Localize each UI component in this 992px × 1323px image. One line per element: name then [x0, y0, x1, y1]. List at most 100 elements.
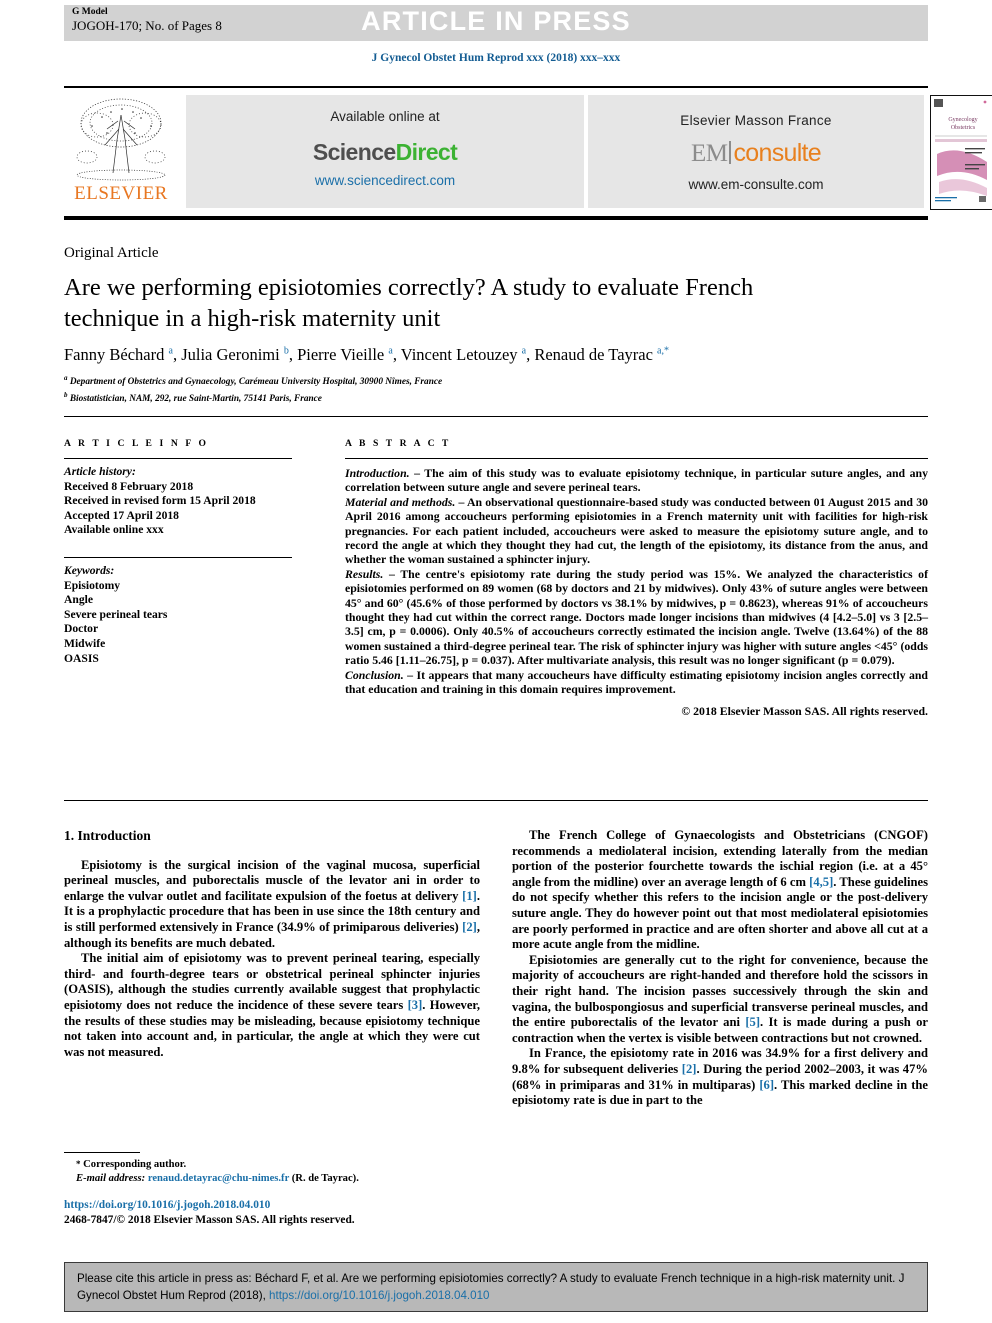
citation-ref[interactable]: [1]	[462, 889, 477, 903]
abstract-column: A B S T R A C T Introduction. – The aim …	[345, 438, 928, 719]
email-link[interactable]: renaud.detayrac@chu-nimes.fr	[148, 1173, 289, 1184]
elsevier-masson-label: Elsevier Masson France	[680, 113, 832, 128]
abstract-section-lead: Conclusion.	[345, 667, 404, 682]
abstract-bottom-divider	[64, 800, 928, 801]
body-paragraph: Episiotomy is the surgical incision of t…	[64, 857, 480, 950]
abstract-divider	[345, 458, 928, 459]
em-consulte-logo: EM consulte	[588, 139, 924, 168]
abstract-section-lead: Introduction.	[345, 466, 410, 480]
strip-rule-top	[64, 86, 928, 88]
article-type-label: Original Article	[64, 245, 159, 261]
abstract-section: Introduction. – The aim of this study wa…	[345, 466, 928, 495]
elsevier-wordmark: ELSEVIER	[74, 183, 168, 204]
strip-rule-bottom	[64, 216, 928, 220]
citation-ref[interactable]: [2]	[462, 920, 477, 934]
affiliations: a Department of Obstetrics and Gynaecolo…	[64, 372, 924, 405]
citation-doi-link[interactable]: https://doi.org/10.1016/j.jogoh.2018.04.…	[269, 1289, 489, 1302]
doi-link[interactable]: https://doi.org/10.1016/j.jogoh.2018.04.…	[64, 1198, 494, 1213]
history-item: Received 8 February 2018	[64, 479, 194, 493]
affiliation-b-text: Biostatistician, NAM, 292, rue Saint-Mar…	[69, 393, 322, 404]
article-history: Article history: Received 8 February 201…	[64, 465, 292, 538]
keywords-block: Keywords: Episiotomy Angle Severe perine…	[64, 564, 292, 666]
abstract-label: A B S T R A C T	[345, 438, 451, 449]
sciencedirect-url[interactable]: www.sciencedirect.com	[186, 173, 584, 188]
article-history-label: Article history:	[64, 465, 136, 478]
available-online-label: Available online at	[330, 109, 440, 124]
header-divider	[64, 416, 928, 417]
abstract-section: Material and methods. – An observational…	[345, 495, 928, 567]
keyword-item: Episiotomy	[64, 578, 121, 592]
affiliation-a-text: Department of Obstetrics and Gynaecology…	[69, 377, 443, 388]
body-paragraph: Episiotomies are generally cut to the ri…	[512, 952, 929, 1045]
publisher-strip: ELSEVIER Available online at ScienceDire…	[64, 86, 992, 220]
article-info-label: A R T I C L E I N F O	[64, 438, 209, 449]
abstract-section-lead: Results.	[345, 566, 384, 581]
sciencedirect-part2: Direct	[395, 139, 458, 165]
em-consulte-panel: Elsevier Masson France EM consulte www.em…	[588, 95, 924, 208]
body-column-right: The French College of Gynaecologists and…	[512, 828, 928, 1109]
corresponding-author-note: * Corresponding author.	[64, 1158, 484, 1172]
article-info-divider	[64, 458, 292, 459]
citation-ref[interactable]: [3]	[408, 998, 423, 1012]
abstract-copyright: © 2018 Elsevier Masson SAS. All rights r…	[681, 703, 928, 718]
elsevier-tree-icon	[67, 95, 175, 183]
em-divider	[729, 141, 732, 164]
citation-ref[interactable]: [6]	[759, 1078, 774, 1092]
keyword-item: OASIS	[64, 651, 99, 665]
corresponding-author-text: Corresponding author.	[83, 1159, 187, 1170]
keyword-item: Doctor	[64, 622, 99, 636]
keyword-item: Angle	[64, 593, 93, 607]
history-item: Received in revised form 15 April 2018	[64, 494, 256, 508]
abstract-section: Results. – The centre's episiotomy rate …	[345, 567, 928, 668]
doi-block: https://doi.org/10.1016/j.jogoh.2018.04.…	[64, 1198, 494, 1227]
affiliation-b: b Biostatistician, NAM, 292, rue Saint-M…	[64, 390, 322, 404]
abstract-section-text: – The centre's episiotomy rate during th…	[345, 566, 928, 668]
article-page: G Model JOGOH-170; No. of Pages 8 ARTICL…	[0, 0, 992, 1323]
citation-footer-box: Please cite this article in press as: Bé…	[64, 1262, 928, 1312]
keyword-item: Midwife	[64, 636, 106, 650]
abstract-body: Introduction. – The aim of this study wa…	[345, 466, 928, 697]
body-paragraph: The initial aim of episiotomy was to pre…	[64, 951, 481, 1059]
issn-copyright: 2468-7847/© 2018 Elsevier Masson SAS. Al…	[64, 1213, 355, 1226]
journal-reference: J Gynecol Obstet Hum Reprod xxx (2018) x…	[371, 52, 621, 64]
keywords-divider	[64, 556, 292, 558]
citation-text: Please cite this article in press as: Bé…	[77, 1272, 905, 1302]
email-note: E-mail address: renaud.detayrac@chu-nime…	[64, 1172, 484, 1186]
abstract-section-lead: Material and methods.	[345, 494, 456, 509]
svg-text:Obstetrics: Obstetrics	[951, 125, 976, 131]
section-heading-introduction: 1. Introduction	[64, 828, 151, 843]
sciencedirect-logo: ScienceDirect	[186, 139, 584, 166]
history-item: Accepted 17 April 2018	[64, 508, 179, 522]
body-paragraph: In France, the episiotomy rate in 2016 w…	[512, 1046, 928, 1108]
svg-text:Gynecology: Gynecology	[948, 117, 977, 123]
affiliation-a: a Department of Obstetrics and Gynaecolo…	[64, 374, 443, 388]
body-paragraph: The French College of Gynaecologists and…	[512, 828, 928, 952]
journal-cover-thumbnail: Gynecology Obstetrics	[930, 95, 992, 210]
article-info-column: A R T I C L E I N F O Article history: R…	[64, 438, 292, 666]
citation-footer-text: Please cite this article in press as: Bé…	[77, 1271, 915, 1304]
em-part1: EM	[690, 140, 728, 167]
email-label: E-mail address:	[76, 1172, 146, 1184]
citation-ref[interactable]: [5]	[745, 1015, 760, 1029]
footnote-block: * Corresponding author. E-mail address: …	[64, 1158, 484, 1186]
keyword-item: Severe perineal tears	[64, 607, 168, 621]
abstract-section: Conclusion. – It appears that many accou…	[345, 668, 928, 697]
history-item: Available online xxx	[64, 523, 164, 537]
sciencedirect-panel: Available online at ScienceDirect www.sc…	[186, 95, 584, 208]
em-part2: consulte	[733, 139, 821, 167]
body-column-left: 1. Introduction Episiotomy is the surgic…	[64, 828, 480, 1060]
email-owner: (R. de Tayrac).	[291, 1172, 359, 1184]
elsevier-logo: ELSEVIER	[67, 95, 175, 208]
em-consulte-url[interactable]: www.em-consulte.com	[588, 177, 924, 192]
keywords-label: Keywords:	[64, 563, 115, 577]
abstract-section-text: – The aim of this study was to evaluate …	[345, 466, 928, 495]
asterisk-icon: *	[76, 1159, 81, 1169]
article-in-press-text: ARTICLE IN PRESS	[361, 6, 631, 36]
page-title: Are we performing episiotomies correctly…	[64, 274, 754, 332]
footnote-rule	[64, 1152, 140, 1153]
sciencedirect-part1: Science	[312, 139, 396, 165]
citation-ref[interactable]: [4,5]	[809, 875, 833, 889]
author-list: Fanny Béchard a, Julia Geronimi b, Pierr…	[64, 345, 669, 364]
citation-ref[interactable]: [2]	[682, 1062, 697, 1076]
